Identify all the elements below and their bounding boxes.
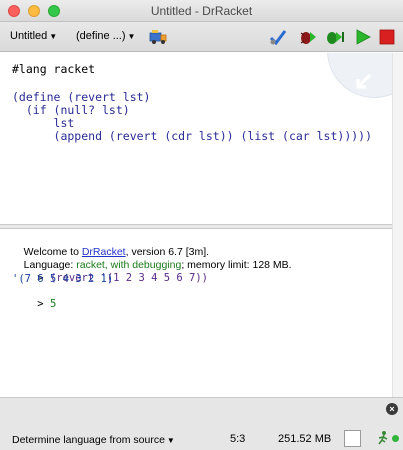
- code-line: (append (revert (cdr lst)) (list (car ls…: [12, 129, 373, 143]
- check-syntax-icon[interactable]: [268, 27, 288, 47]
- vertical-scrollbar[interactable]: [392, 53, 403, 397]
- macro-stepper-icon[interactable]: [148, 27, 168, 47]
- arrow-icon: [356, 73, 372, 89]
- cursor-position: 5:3: [230, 433, 246, 445]
- repl-prompt: >: [37, 298, 50, 310]
- toolbar: Untitled ▼ (define ...) ▼: [0, 22, 403, 52]
- running-person-icon: [378, 431, 388, 445]
- definitions-editor[interactable]: #lang racket (define (revert lst) (if (n…: [0, 53, 392, 224]
- memory-usage: 251.52 MB: [278, 433, 332, 445]
- language-line: Language: racket, with debugging; memory…: [12, 247, 292, 271]
- code-line: (if (null? lst): [12, 103, 130, 117]
- file-definitions-menu[interactable]: Untitled ▼: [10, 30, 57, 42]
- define-menu-label: (define ...): [76, 30, 126, 42]
- repl-input-line: > 5: [12, 286, 56, 310]
- code-line: #lang racket: [12, 62, 96, 76]
- step-icon[interactable]: [325, 27, 345, 47]
- close-search-icon[interactable]: ×: [386, 403, 398, 415]
- code-line: (define (revert lst): [12, 90, 151, 104]
- status-indicator-dot: [392, 435, 399, 442]
- chevron-down-icon: ▼: [49, 32, 58, 41]
- file-menu-label: Untitled: [10, 30, 48, 42]
- title-bar: Untitled - DrRacket: [0, 0, 403, 22]
- repl-input-line: > (revert '(1 2 3 4 5 6 7)): [12, 260, 208, 284]
- stop-icon[interactable]: [377, 27, 397, 47]
- chevron-down-icon: ▼: [166, 436, 175, 445]
- debug-icon[interactable]: [298, 27, 318, 47]
- repl-output: '(7 6 5 4 3 2 1): [12, 273, 114, 285]
- language-selector-label: Determine language from source: [12, 434, 165, 446]
- run-icon[interactable]: [353, 27, 373, 47]
- window-title: Untitled - DrRacket: [150, 4, 253, 18]
- repl-input: 5: [49, 298, 57, 310]
- chevron-down-icon: ▼: [127, 32, 136, 41]
- code-line: lst: [12, 116, 75, 130]
- interactions-pane[interactable]: Welcome to DrRacket, version 6.7 [3m]. L…: [0, 229, 392, 397]
- define-menu[interactable]: (define ...) ▼: [76, 30, 135, 42]
- language-selector[interactable]: Determine language from source ▼: [12, 434, 175, 446]
- gc-indicator[interactable]: [344, 430, 361, 447]
- welcome-line: Welcome to DrRacket, version 6.7 [3m].: [12, 234, 209, 258]
